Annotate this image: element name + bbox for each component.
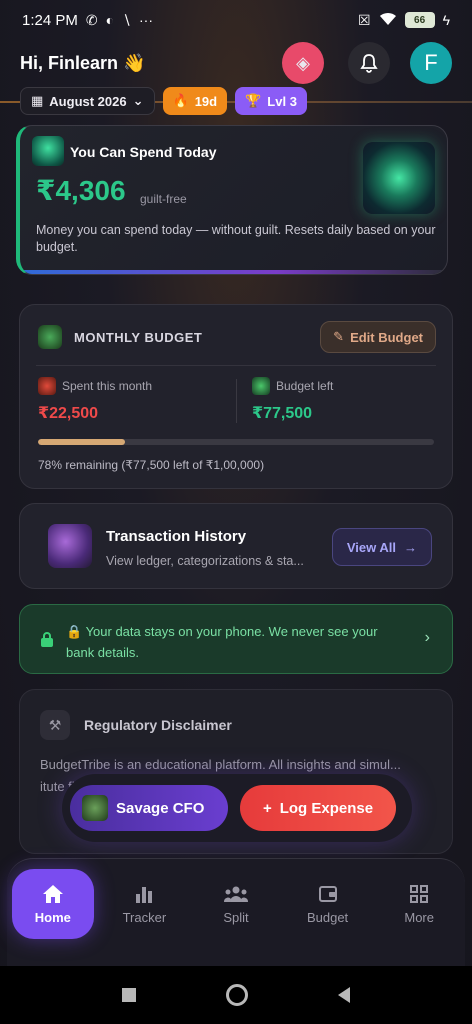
- group-icon: [223, 886, 249, 902]
- streak-label: 19d: [194, 93, 218, 109]
- nav-item-more[interactable]: More: [378, 869, 460, 939]
- trophy-icon: 🏆: [245, 93, 262, 108]
- status-chips: ▦ August 2026 ⌄ 🔥 19d 🏆 Lvl 3: [0, 86, 472, 116]
- spent-stat: Spent this month ₹22,500: [38, 377, 152, 423]
- edit-budget-label: Edit Budget: [350, 329, 423, 345]
- whatsapp-icon: ✆: [85, 11, 98, 28]
- money-box-illustration: [363, 142, 435, 214]
- app-notification-icon-2: ∖: [122, 11, 131, 28]
- bottom-nav: Home Tracker Split Budget More: [7, 858, 465, 966]
- app-notification-icon: ◐: [105, 12, 115, 28]
- more-notifications-icon: ···: [139, 12, 153, 28]
- nav-item-split[interactable]: Split: [195, 869, 277, 939]
- privacy-text: 🔒 Your data stays on your phone. We neve…: [66, 624, 378, 660]
- spend-today-amount: ₹4,306: [36, 175, 126, 206]
- transaction-history-subtitle: View ledger, categorizations & sta...: [106, 554, 304, 568]
- nav-label-tracker: Tracker: [122, 909, 167, 925]
- tribe-icon: ◈: [296, 52, 310, 73]
- cfo-avatar-icon: [82, 795, 108, 821]
- transaction-history-card[interactable]: Transaction History View ledger, categor…: [19, 503, 453, 589]
- nav-label-split: Split: [223, 909, 249, 925]
- view-all-button[interactable]: View All →: [331, 528, 432, 566]
- nav-item-home[interactable]: Home: [11, 869, 94, 939]
- arrow-right-icon: →: [404, 539, 417, 555]
- charging-icon: ϟ: [442, 12, 450, 28]
- savage-cfo-button[interactable]: Savage CFO: [70, 785, 228, 831]
- monthly-budget-title: MONTHLY BUDGET: [74, 330, 203, 345]
- bar-chart-icon: [136, 886, 153, 903]
- monthly-budget-card: MONTHLY BUDGET ✎ Edit Budget Spent this …: [19, 304, 453, 489]
- status-time: 1:24 PM: [22, 11, 78, 29]
- greeting-title: Hi, Finlearn 👋: [20, 52, 146, 73]
- back-button[interactable]: [338, 987, 350, 1003]
- home-icon: [42, 884, 63, 903]
- profile-avatar[interactable]: F: [410, 42, 452, 84]
- grid-icon: [410, 884, 429, 903]
- recents-button[interactable]: [122, 988, 136, 1002]
- plus-icon: +: [262, 799, 272, 817]
- month-label: August 2026: [49, 93, 127, 109]
- calendar-icon: ▦: [31, 93, 44, 108]
- view-all-label: View All: [346, 539, 396, 555]
- privacy-banner[interactable]: 🔒 Your data stays on your phone. We neve…: [19, 604, 453, 674]
- wallet-icon: [318, 885, 337, 902]
- chevron-right-icon: ›: [424, 629, 430, 646]
- month-selector[interactable]: ▦ August 2026 ⌄: [20, 87, 155, 115]
- edit-budget-button[interactable]: ✎ Edit Budget: [320, 321, 436, 353]
- spend-today-description: Money you can spend today — without guil…: [36, 223, 436, 254]
- nav-item-tracker[interactable]: Tracker: [103, 869, 185, 939]
- spent-label: Spent this month: [62, 379, 153, 393]
- budget-icon: [38, 325, 62, 349]
- spend-today-title: You Can Spend Today: [70, 144, 217, 160]
- budget-progress-bar: [38, 439, 434, 445]
- gavel-icon: ⚒: [40, 710, 70, 740]
- money-icon: [32, 136, 64, 166]
- budget-progress-fill: [38, 439, 126, 445]
- disclaimer-title: Regulatory Disclaimer: [84, 717, 232, 733]
- bell-icon: [360, 54, 378, 73]
- nav-label-more: More: [404, 909, 434, 925]
- chevron-down-icon: ⌄: [132, 93, 144, 108]
- no-signal-icon: ☒: [358, 11, 371, 28]
- log-expense-label: Log Expense: [279, 799, 374, 817]
- edit-icon: ✎: [333, 329, 345, 344]
- spent-icon: [38, 377, 56, 395]
- budget-left-stat: Budget left ₹77,500: [252, 377, 333, 423]
- savage-cfo-label: Savage CFO: [116, 799, 205, 817]
- wifi-icon: [379, 12, 397, 29]
- battery-icon: 66: [404, 12, 435, 28]
- spend-today-card[interactable]: You Can Spend Today ₹4,306 guilt-free Mo…: [16, 125, 448, 275]
- budget-left-icon: [252, 377, 270, 395]
- lock-icon: [40, 631, 54, 650]
- budget-left-value: ₹77,500: [252, 405, 313, 422]
- nav-label-budget: Budget: [306, 909, 349, 925]
- streak-badge[interactable]: 🔥 19d: [162, 87, 228, 115]
- nav-item-budget[interactable]: Budget: [287, 869, 369, 939]
- nav-label-home: Home: [34, 909, 71, 925]
- system-navigation-bar: [0, 966, 472, 1024]
- ledger-icon: [48, 524, 92, 568]
- budget-left-label: Budget left: [276, 379, 334, 393]
- spent-value: ₹22,500: [38, 405, 99, 422]
- level-label: Lvl 3: [267, 93, 297, 109]
- transaction-history-title: Transaction History: [106, 528, 247, 545]
- floating-action-bar: Savage CFO + Log Expense: [62, 774, 412, 842]
- guilt-free-label: guilt-free: [140, 192, 187, 206]
- tribe-button[interactable]: ◈: [282, 42, 324, 84]
- divider: [36, 365, 436, 366]
- fire-icon: 🔥: [172, 93, 189, 108]
- home-system-button[interactable]: [226, 984, 248, 1006]
- level-badge[interactable]: 🏆 Lvl 3: [235, 87, 307, 115]
- app-header: Hi, Finlearn 👋 ◈ F: [0, 40, 472, 86]
- notifications-button[interactable]: [348, 42, 390, 84]
- stat-divider: [236, 379, 237, 423]
- status-bar: 1:24 PM ✆ ◐ ∖ ··· ☒ 66 ϟ: [0, 0, 472, 40]
- budget-remaining-note: 78% remaining (₹77,500 left of ₹1,00,000…: [38, 458, 265, 472]
- log-expense-button[interactable]: + Log Expense: [240, 785, 396, 831]
